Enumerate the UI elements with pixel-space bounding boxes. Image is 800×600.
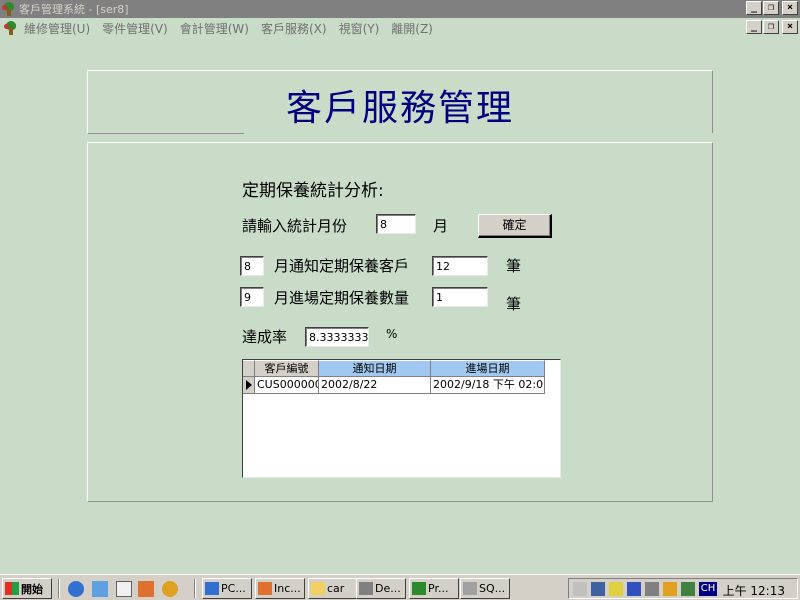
app-quicklaunch-icon[interactable] [162,581,178,597]
agent-icon[interactable] [663,582,677,596]
table-row[interactable]: CUS00000008 2002/8/22 2002/9/18 下午 02:05 [243,377,560,394]
task-pc[interactable]: PC... [202,578,252,599]
row-pointer-icon [246,380,252,390]
volume-icon[interactable] [573,582,587,596]
month-unit-label: 月 [433,217,449,235]
notify-count-field[interactable]: 12 [432,256,488,276]
task-de[interactable]: De... [356,578,406,599]
task-pr[interactable]: Pr... [409,578,459,599]
outlook-icon[interactable] [138,581,154,597]
menu-parts[interactable]: 零件管理(V) [102,20,168,37]
notify-unit-label: 筆 [506,257,522,275]
rate-unit-label: % [386,327,398,341]
printer-icon[interactable] [645,582,659,596]
ie-icon[interactable] [68,581,84,597]
title-bar: 客戶管理系統 - [ser8] _ ❐ × [0,0,800,18]
menu-bar: 維修管理(U) 零件管理(V) 會計管理(W) 客戶服務(X) 視窗(Y) 離開… [0,18,800,38]
cell-visit-date[interactable]: 2002/9/18 下午 02:05 [431,377,545,394]
desktop-icon[interactable] [92,581,108,597]
folder-icon [311,582,325,595]
taskbar: 開始 PC... Inc... car De... Pr... SQ... CH… [0,574,800,600]
grid-header-row: 客戶編號 通知日期 進場日期 [243,360,560,377]
minimize-button[interactable]: _ [746,1,762,15]
menu-repair[interactable]: 維修管理(U) [24,20,90,37]
cell-notify-date[interactable]: 2002/8/22 [319,377,431,394]
cell-customer-id[interactable]: CUS00000008 [255,377,319,394]
server-icon[interactable] [681,582,695,596]
windows-logo-icon [5,582,19,595]
task-inbox[interactable]: Inc... [255,578,305,599]
task-sql[interactable]: SQ... [460,578,510,599]
menu-customer-service[interactable]: 客戶服務(X) [261,20,327,37]
row-selector[interactable] [243,377,255,394]
page-title: 客戶服務管理 [285,88,514,129]
visit-label: 月進場定期保養數量 [274,289,410,307]
notepad-icon[interactable] [116,581,132,597]
visit-unit-label: 筆 [506,295,522,313]
child-minimize-button[interactable]: _ [746,20,762,34]
notify-month-field[interactable]: 8 [240,256,264,276]
section-title: 定期保養統計分析: [242,181,384,201]
grid-corner [243,360,255,377]
ime-indicator[interactable]: CH [699,582,717,596]
child-close-button[interactable]: × [782,20,798,34]
restore-button[interactable]: ❐ [763,1,779,15]
child-restore-button[interactable]: ❐ [763,20,779,34]
main-panel: 定期保養統計分析: 請輸入統計月份 8 月 確定 8 月通知定期保養客戶 12 … [87,142,713,502]
notify-label: 月通知定期保養客戶 [274,257,410,275]
close-button[interactable]: × [782,1,798,15]
grid-header-visit-date[interactable]: 進場日期 [431,360,545,377]
mail-icon [258,582,272,595]
data-grid[interactable]: 客戶編號 通知日期 進場日期 CUS00000008 2002/8/22 200… [242,359,561,478]
month-prompt-label: 請輸入統計月份 [242,217,348,235]
rate-label: 達成率 [242,328,288,346]
ie-task-icon [205,582,219,595]
menu-accounting[interactable]: 會計管理(W) [180,20,249,37]
grid-header-notify-date[interactable]: 通知日期 [319,360,431,377]
month-input[interactable]: 8 [376,214,416,234]
task-car-folder[interactable]: car [308,578,358,599]
confirm-button[interactable]: 確定 [478,214,552,238]
rate-field[interactable]: 8.33333333 [305,327,369,347]
window-title: 客戶管理系統 - [ser8] [19,3,129,16]
display-icon[interactable] [627,582,641,596]
menu-window[interactable]: 視窗(Y) [339,20,380,37]
design-icon [359,582,373,595]
system-tray: CH 上午 12:13 [568,578,798,599]
sql-icon [463,582,477,595]
grid-header-customer-id[interactable]: 客戶編號 [255,360,319,377]
pencil-icon[interactable] [609,582,623,596]
start-button[interactable]: 開始 [2,578,52,599]
app-icon [2,2,16,16]
visit-month-field[interactable]: 9 [240,287,264,307]
menu-exit[interactable]: 離開(Z) [391,20,433,37]
project-icon [412,582,426,595]
visit-count-field[interactable]: 1 [432,287,488,307]
clock[interactable]: 上午 12:13 [723,582,785,599]
mdi-child-icon[interactable] [4,21,18,35]
start-label: 開始 [21,582,43,596]
network-icon[interactable] [591,582,605,596]
header-panel: 客戶服務管理 [87,70,714,135]
